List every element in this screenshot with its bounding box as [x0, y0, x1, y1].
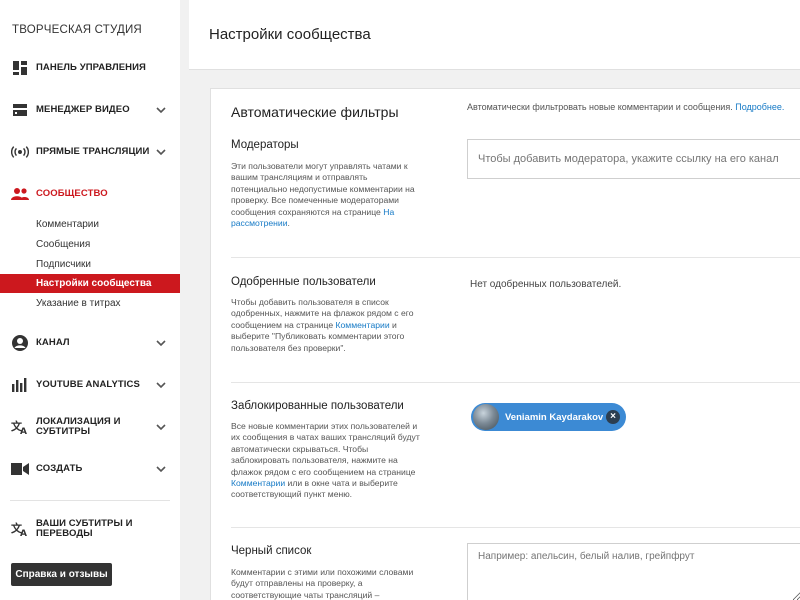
chevron-down-icon[interactable] [155, 379, 167, 391]
sidebar-item-analytics[interactable]: YOUTUBE ANALYTICS [0, 372, 180, 398]
approved-users-empty: Нет одобренных пользователей. [470, 279, 622, 290]
help-feedback-button[interactable]: Справка и отзывы [11, 563, 112, 586]
sidebar-item-label: ЛОКАЛИЗАЦИЯ И СУБТИТРЫ [36, 416, 121, 437]
chevron-down-icon[interactable] [155, 337, 167, 349]
card-title: Автоматические фильтры [231, 104, 399, 120]
sidebar-item-localization[interactable]: 文A ЛОКАЛИЗАЦИЯ И СУБТИТРЫ [0, 414, 180, 440]
sidebar-item-your-subtitles[interactable]: 文A ВАШИ СУБТИТРЫ И ПЕРЕВОДЫ [0, 516, 180, 542]
sidebar-item-video-manager[interactable]: МЕНЕДЖЕР ВИДЕО [0, 97, 180, 123]
blocked-user-name: Veniamin Kaydarakov [505, 411, 604, 423]
blacklist-title: Черный список [231, 545, 312, 557]
analytics-icon [11, 376, 29, 394]
sidebar-item-dashboard[interactable]: ПАНЕЛЬ УПРАВЛЕНИЯ [0, 55, 180, 81]
sidebar-item-label: YOUTUBE ANALYTICS [36, 379, 140, 390]
approved-users-description: Чтобы добавить пользователя в список одо… [231, 297, 414, 353]
blocked-users-title: Заблокированные пользователи [231, 400, 404, 412]
learn-more-link[interactable]: Подробнее. [735, 102, 784, 112]
sidebar-subitem-comments[interactable]: Комментарии [0, 215, 180, 234]
sidebar: ТВОРЧЕСКАЯ СТУДИЯ ПАНЕЛЬ УПРАВЛЕНИЯ МЕНЕ… [0, 0, 180, 600]
sidebar-item-label: СООБЩЕСТВО [36, 188, 108, 199]
page-header: Настройки сообщества [189, 0, 800, 70]
chevron-down-icon[interactable] [155, 104, 167, 116]
auto-filters-card: Автоматические фильтры Автоматически фил… [210, 88, 800, 600]
translate-icon: 文A [11, 418, 29, 436]
sidebar-item-label: ВАШИ СУБТИТРЫ И ПЕРЕВОДЫ [36, 518, 133, 539]
sidebar-divider [10, 500, 170, 501]
sidebar-item-label: МЕНЕДЖЕР ВИДЕО [36, 104, 130, 115]
blocked-users-description: Все новые комментарии этих пользователей… [231, 421, 420, 500]
comments-link[interactable]: Комментарии [231, 478, 285, 488]
live-icon [11, 143, 29, 161]
sidebar-subitem-credits[interactable]: Указание в титрах [0, 294, 180, 313]
sidebar-item-label: ПРЯМЫЕ ТРАНСЛЯЦИИ [36, 146, 150, 157]
svg-text:A: A [20, 529, 27, 537]
video-manager-icon [11, 101, 29, 119]
chevron-down-icon[interactable] [155, 421, 167, 433]
avatar [473, 404, 499, 430]
subtitles-translate-icon: 文A [11, 520, 29, 538]
sidebar-item-live[interactable]: ПРЯМЫЕ ТРАНСЛЯЦИИ [0, 139, 180, 165]
sidebar-subitem-subscribers[interactable]: Подписчики [0, 255, 180, 274]
moderators-description: Эти пользователи могут управлять чатами … [231, 161, 415, 229]
moderators-title: Модераторы [231, 139, 299, 151]
create-icon [11, 460, 29, 478]
studio-title: ТВОРЧЕСКАЯ СТУДИЯ [12, 24, 142, 36]
moderator-input[interactable] [467, 139, 800, 179]
blacklist-description: Комментарии с этими или похожими словами… [231, 567, 414, 600]
chevron-down-icon[interactable] [155, 146, 167, 158]
sidebar-item-label: СОЗДАТЬ [36, 463, 83, 474]
sidebar-item-channel[interactable]: КАНАЛ [0, 330, 180, 356]
blacklist-textarea[interactable] [467, 543, 800, 600]
section-divider [231, 382, 800, 383]
section-divider [231, 527, 800, 528]
section-divider [231, 257, 800, 258]
approved-users-title: Одобренные пользователи [231, 276, 376, 288]
sidebar-item-create[interactable]: СОЗДАТЬ [0, 456, 180, 482]
sidebar-item-community[interactable]: СООБЩЕСТВО [0, 181, 180, 207]
dashboard-icon [11, 59, 29, 77]
sidebar-item-label: ПАНЕЛЬ УПРАВЛЕНИЯ [36, 62, 146, 73]
community-icon [11, 185, 29, 203]
page-title: Настройки сообщества [209, 26, 371, 43]
comments-link[interactable]: Комментарии [336, 320, 390, 330]
sidebar-item-label: КАНАЛ [36, 337, 70, 348]
svg-text:A: A [20, 427, 27, 435]
blocked-user-chip[interactable]: Veniamin Kaydarakov × [471, 403, 626, 431]
sidebar-subitem-messages[interactable]: Сообщения [0, 235, 180, 254]
channel-icon [11, 334, 29, 352]
card-description: Автоматически фильтровать новые коммента… [467, 102, 785, 112]
remove-user-icon[interactable]: × [606, 410, 620, 424]
chevron-down-icon[interactable] [155, 463, 167, 475]
sidebar-subitem-community-settings[interactable]: Настройки сообщества [0, 274, 180, 293]
